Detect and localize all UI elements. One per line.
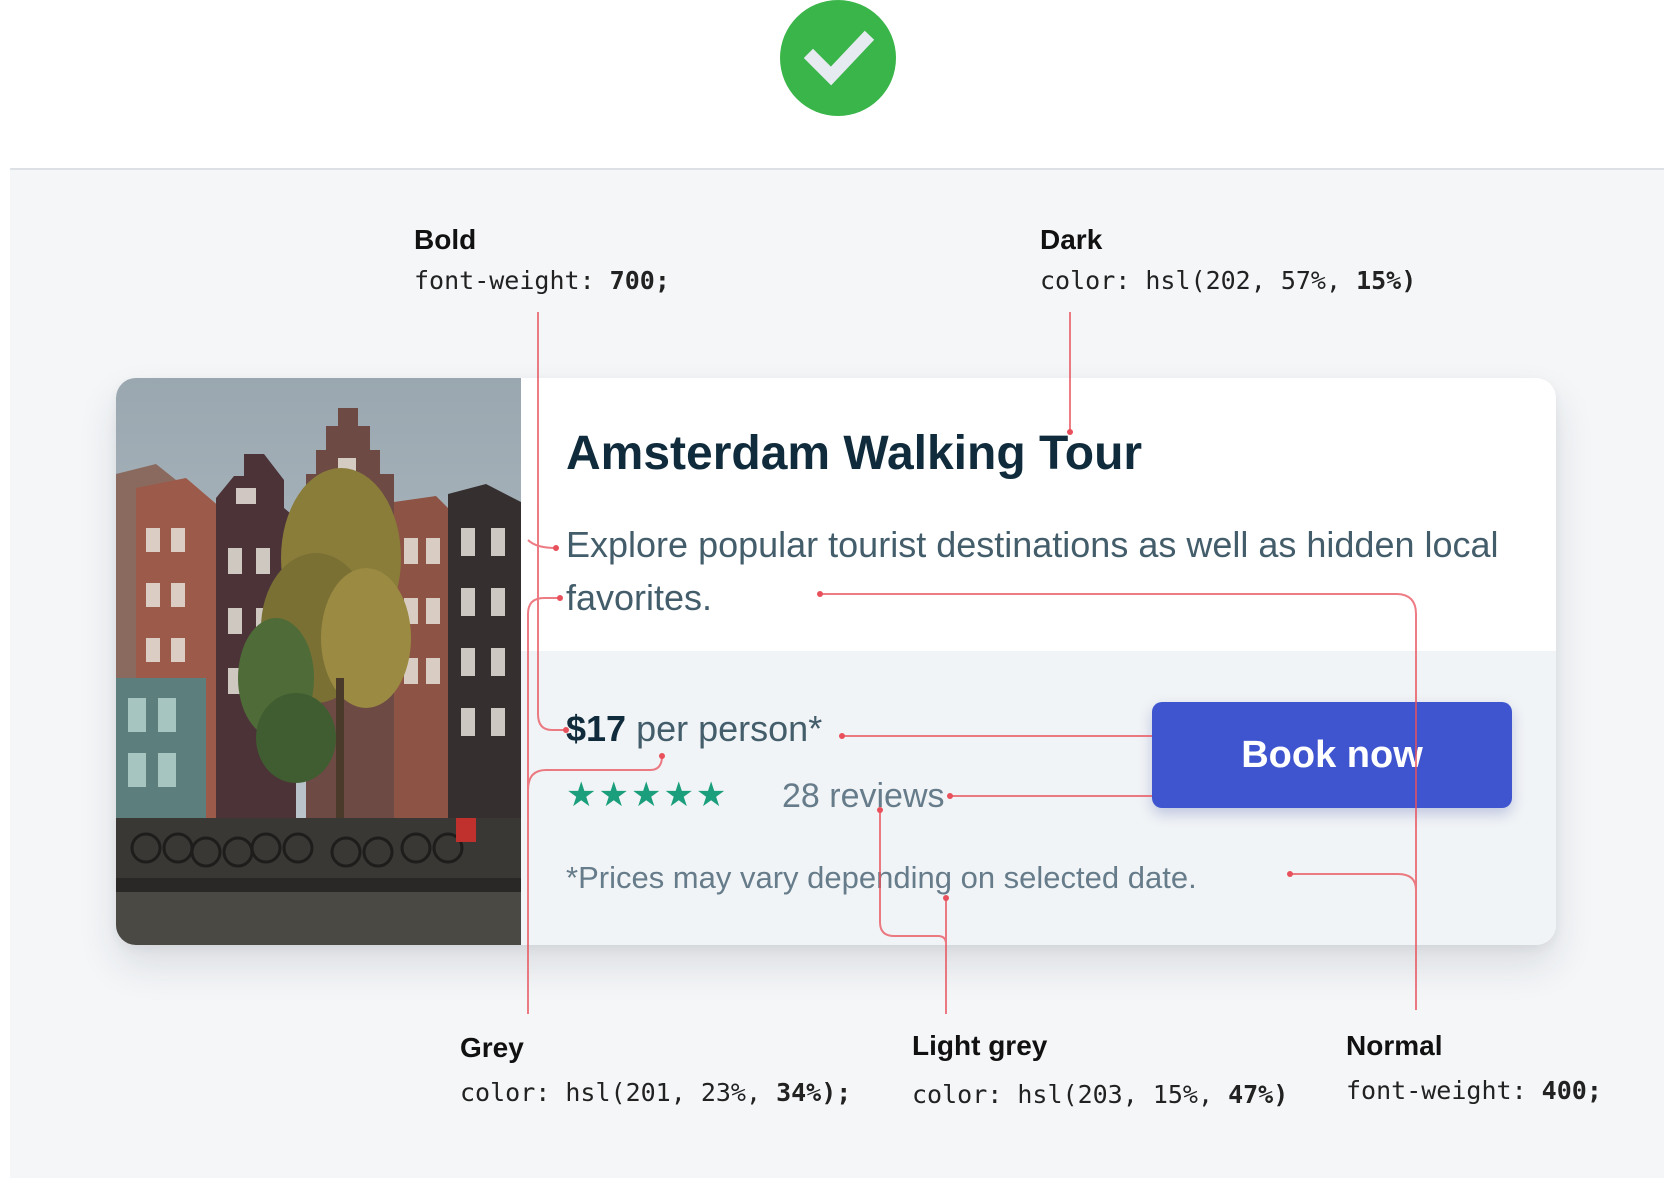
light-grey-code: color: hsl(203, 15%, 47%) xyxy=(912,1080,1289,1109)
light-grey-label: Light grey xyxy=(912,1030,1048,1061)
grey-label: Grey xyxy=(460,1032,524,1063)
grey-code: color: hsl(201, 23%, 34%); xyxy=(460,1078,852,1107)
dark-label: Dark xyxy=(1040,224,1103,255)
bold-code: font-weight: 700; xyxy=(414,266,670,295)
normal-callout-line-2 xyxy=(1290,873,1417,891)
grey-callout-line xyxy=(527,597,560,1014)
normal-code: font-weight: 400; xyxy=(1346,1076,1602,1105)
bold-callout-line xyxy=(537,312,566,731)
light-grey-callout-line xyxy=(879,810,947,1014)
bold-label: Bold xyxy=(414,224,477,255)
callout-lines xyxy=(527,312,1417,1014)
grey-callout-line-2 xyxy=(527,539,557,549)
grey-callout-line-3 xyxy=(527,755,663,791)
dark-code: color: hsl(202, 57%, 15%) xyxy=(1040,266,1417,295)
normal-label: Normal xyxy=(1346,1030,1443,1061)
normal-callout-line xyxy=(820,593,1417,1010)
